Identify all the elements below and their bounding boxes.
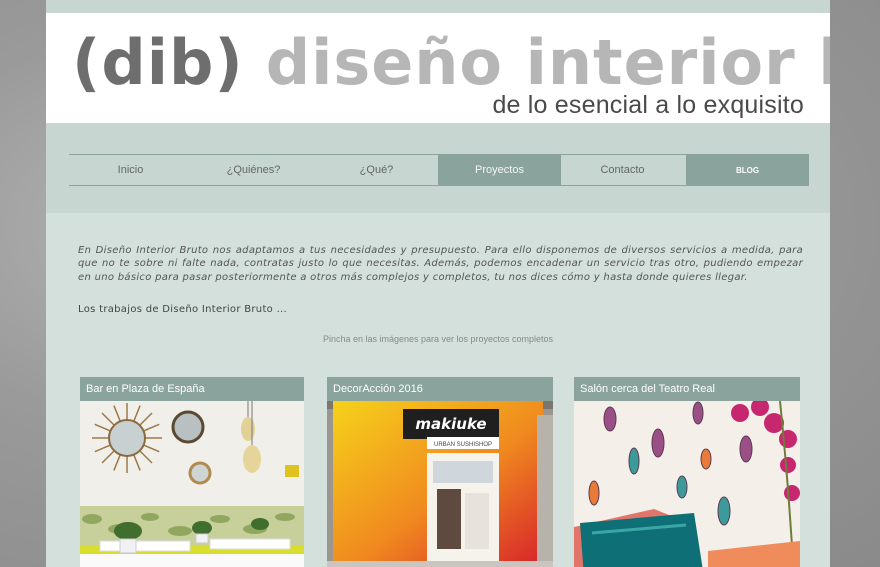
project-title[interactable]: Salón cerca del Teatro Real: [574, 377, 800, 401]
project-card-decoraccion[interactable]: DecorAcción 2016 makiuke URBAN SUSHISHOP: [327, 377, 553, 567]
project-image-salon[interactable]: [574, 401, 800, 567]
nav-item-quienes[interactable]: ¿Quiénes?: [192, 155, 315, 185]
page-container: (dib) diseño interior bruto de lo esenci…: [46, 0, 830, 567]
project-title[interactable]: Bar en Plaza de España: [80, 377, 304, 401]
site-logo[interactable]: (dib) diseño interior bruto: [72, 25, 830, 99]
hint-text: Pincha en las imágenes para ver los proy…: [322, 334, 554, 344]
top-strip: [46, 0, 830, 13]
shop-sign-text: makiuke: [415, 415, 486, 433]
site-header: (dib) diseño interior bruto de lo esenci…: [46, 13, 830, 123]
intro-paragraph: En Diseño Interior Bruto nos adaptamos a…: [78, 245, 803, 283]
logo-dib: (dib): [72, 25, 244, 99]
project-image-bar[interactable]: [80, 401, 304, 567]
nav-item-contacto[interactable]: Contacto: [561, 155, 684, 185]
tagline: de lo esencial a lo exquisito: [492, 91, 804, 119]
section-heading: Los trabajos de Diseño Interior Bruto ..…: [78, 304, 287, 315]
nav-item-proyectos[interactable]: Proyectos: [438, 155, 561, 185]
logo-name: diseño interior bruto: [265, 25, 830, 99]
nav-item-que[interactable]: ¿Qué?: [315, 155, 438, 185]
shop-sign-subtext: URBAN SUSHISHOP: [434, 442, 492, 448]
nav-item-inicio[interactable]: Inicio: [69, 155, 192, 185]
project-card-salon[interactable]: Salón cerca del Teatro Real: [574, 377, 800, 567]
project-card-bar[interactable]: Bar en Plaza de España: [80, 377, 304, 567]
project-title[interactable]: DecorAcción 2016: [327, 377, 553, 401]
main-nav: Inicio ¿Quiénes? ¿Qué? Proyectos Contact…: [69, 154, 809, 186]
project-image-decoraccion[interactable]: makiuke URBAN SUSHISHOP: [327, 401, 553, 567]
nav-item-blog[interactable]: BLOG: [686, 155, 809, 185]
